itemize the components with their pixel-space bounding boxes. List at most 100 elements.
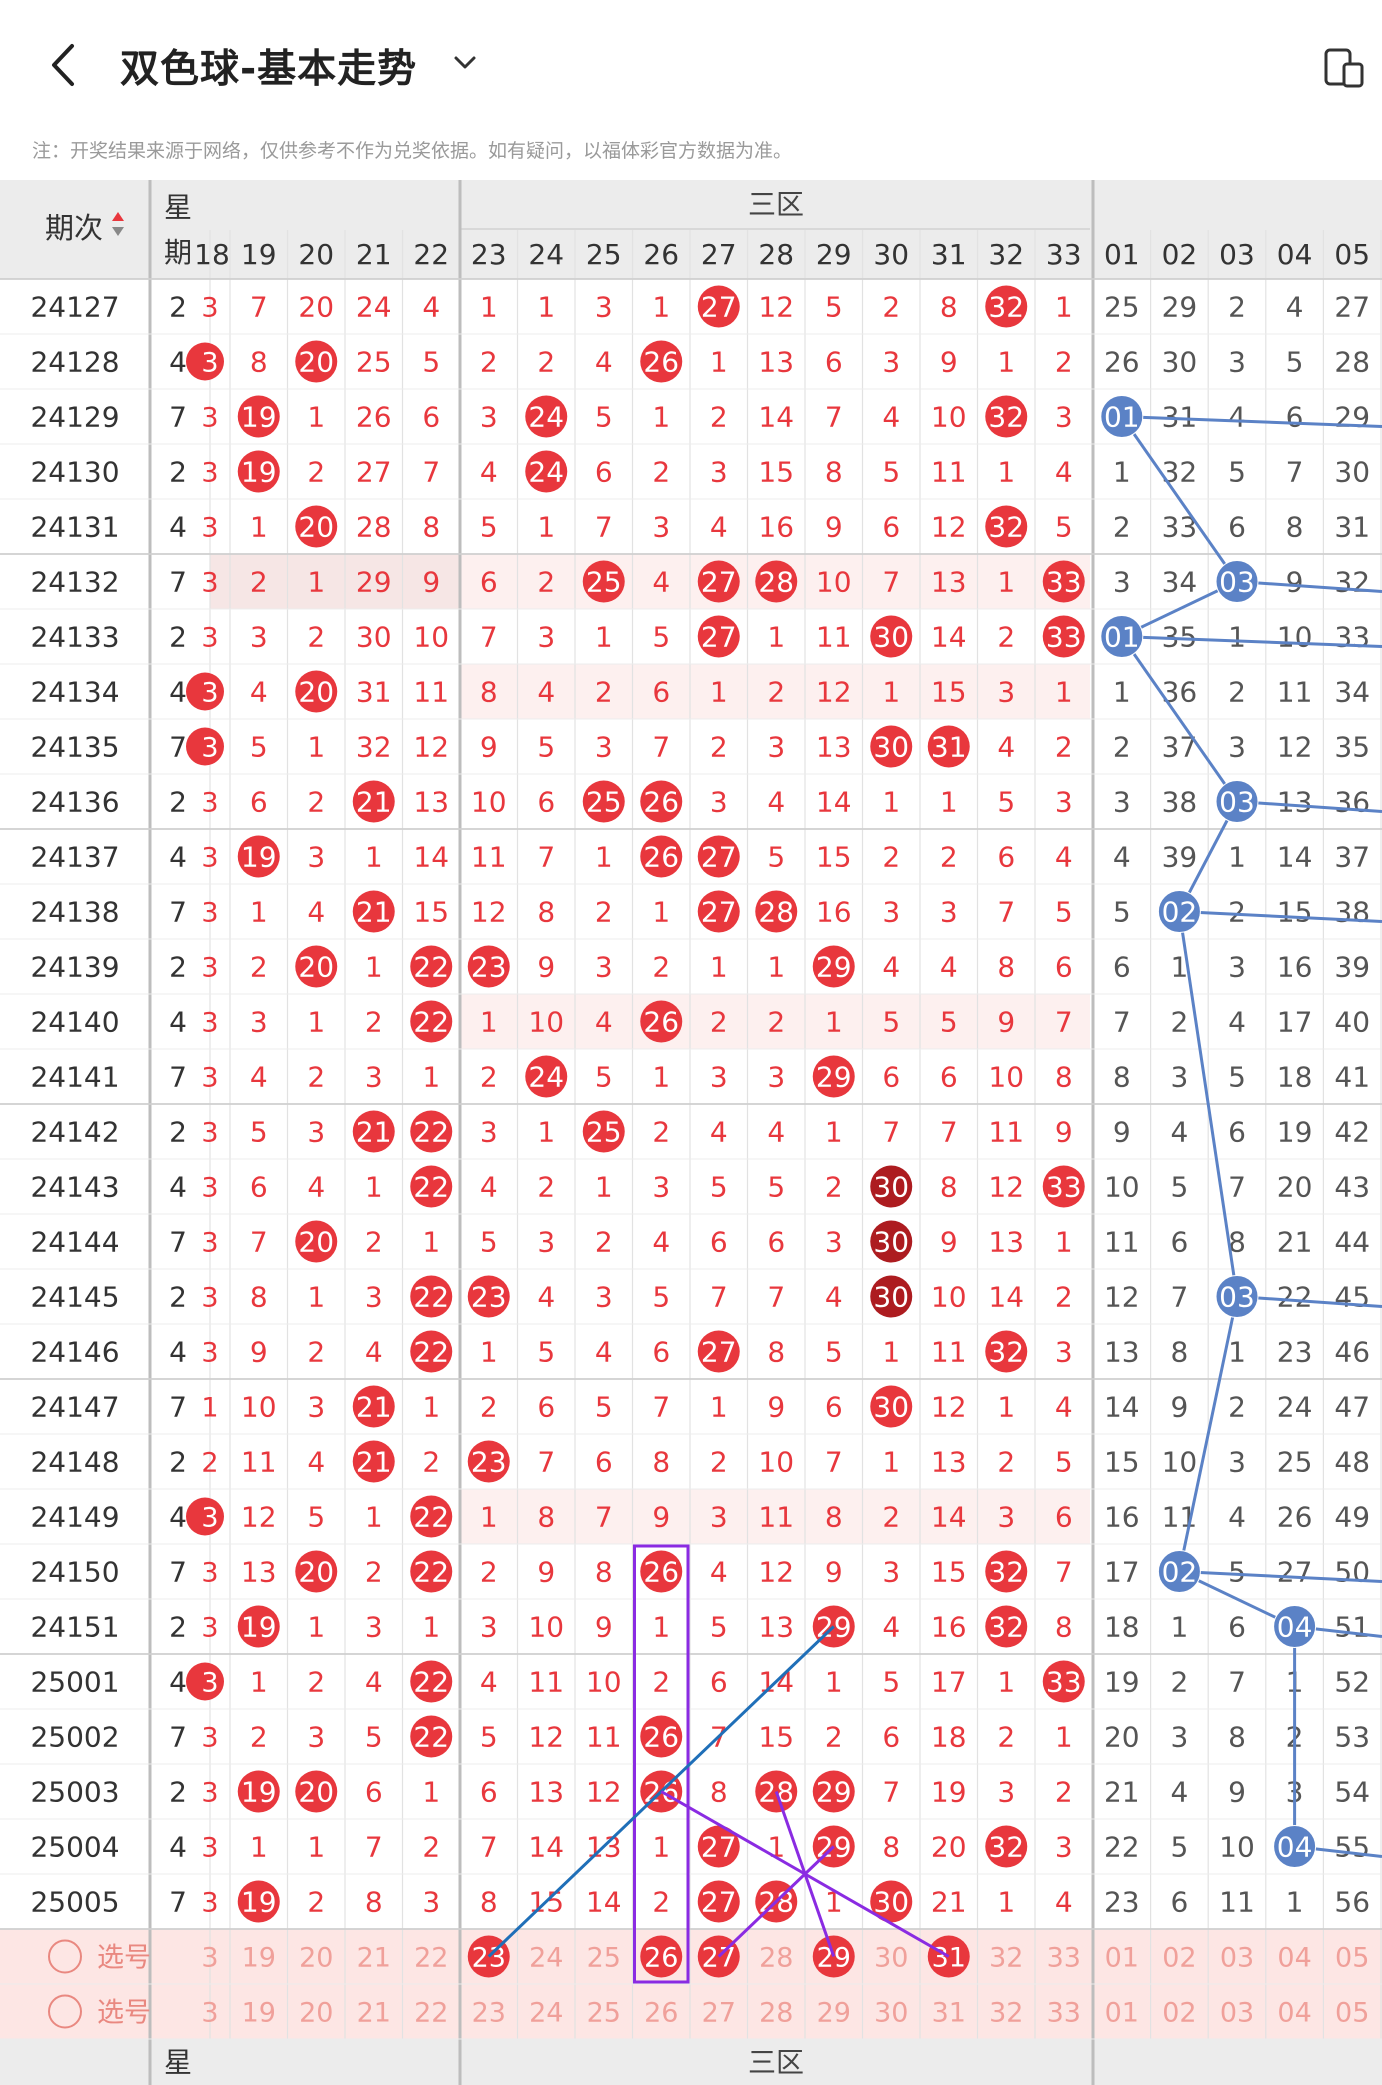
red-miss-count: 6 [652,1336,670,1369]
table-row: 24147 7 1 10 3 21 1 2 6 5 7 1 9 6 30 12 1 4 14 9 2 24 47 [30,1385,1370,1428]
pick-red-number[interactable]: 19 [242,1943,276,1974]
blue-miss-count: 6 [1286,401,1304,434]
red-miss-count: 1 [767,951,785,984]
table-row: 24138 7 3 1 4 21 15 12 8 2 1 27 28 16 3 3 7 5 5 02 2 15 38 [30,890,1370,933]
blue-miss-count: 7 [1228,1666,1246,1699]
pick-blue-number[interactable]: 03 [1220,1998,1254,2029]
pick-row[interactable]: 选号 3 19 20 21 22 23 24 25 26 27 28 29 30 31 32 33 01 02 03 0… [48,1935,1369,1978]
red-miss-count: 9 [652,1501,670,1534]
pick-red-number[interactable]: 28 [759,1943,793,1974]
pick-red-number[interactable]: 25 [587,1998,621,2029]
red-ball-number: 27 [701,291,737,324]
table-row: 24144 7 3 7 20 2 1 5 3 2 4 6 6 3 30 9 13 1 11 6 8 21 44 [30,1220,1370,1263]
pick-label[interactable]: 选号 [97,1998,151,2029]
col-header-red: 32 [988,238,1024,271]
red-miss-count: 14 [758,1666,794,1699]
red-miss-count: 10 [988,1061,1024,1094]
pick-red-number[interactable]: 27 [702,1943,736,1974]
pick-red-number[interactable]: 22 [414,1998,448,2029]
red-miss-count: 4 [365,1666,383,1699]
pick-red-number[interactable]: 32 [989,1943,1023,1974]
red-miss-count: 27 [356,456,392,489]
red-miss-count: 3 [1055,786,1073,819]
red-miss-count: 6 [882,511,900,544]
red-miss-count: 1 [767,621,785,654]
red-miss-count: 3 [767,731,785,764]
blue-miss-count: 37 [1162,731,1198,764]
red-miss-count: 2 [480,1061,498,1094]
partial-cell: 3 [201,788,218,819]
weekday: 2 [169,1611,187,1644]
issue-number: 24130 [30,456,119,489]
blue-miss-count: 10 [1219,1831,1255,1864]
red-miss-count: 6 [422,401,440,434]
pick-red-number[interactable]: 20 [299,1943,333,1974]
pick-red-number[interactable]: 30 [874,1998,908,2029]
red-miss-count: 4 [767,786,785,819]
blue-miss-count: 1 [1170,1611,1188,1644]
pick-red-number[interactable]: 28 [759,1998,793,2029]
pick-blue-number[interactable]: 05 [1335,1943,1369,1974]
red-miss-count: 13 [816,731,852,764]
pick-red-number[interactable]: 29 [817,1998,851,2029]
pick-blue-number[interactable]: 02 [1162,1998,1196,2029]
issue-header[interactable]: 期次 [45,211,103,245]
pick-red-number[interactable]: 31 [932,1943,966,1974]
blue-miss-count: 13 [1277,786,1313,819]
issue-number: 24137 [30,841,119,874]
pick-red-number[interactable]: 30 [874,1943,908,1974]
pick-red-number[interactable]: 19 [242,1998,276,2029]
red-miss-count: 2 [365,1226,383,1259]
red-miss-count: 6 [480,566,498,599]
pick-red-number[interactable]: 21 [357,1998,391,2029]
pick-red-number[interactable]: 33 [1047,1998,1081,2029]
red-ball-number: 19 [241,401,277,434]
pick-blue-number[interactable]: 01 [1105,1998,1139,2029]
red-miss-count: 5 [365,1721,383,1754]
pick-blue-number[interactable]: 01 [1105,1943,1139,1974]
pick-red-number[interactable]: 24 [529,1998,563,2029]
col-header-red: 19 [241,238,277,271]
col-header-red: 20 [298,238,334,271]
blue-miss-count: 2 [1170,1666,1188,1699]
pick-red-number[interactable]: 25 [587,1943,621,1974]
red-miss-count: 8 [825,456,843,489]
pick-partial[interactable]: 3 [201,1943,218,1974]
blue-miss-count: 1 [1286,1666,1304,1699]
pick-red-number[interactable]: 21 [357,1943,391,1974]
pick-blue-number[interactable]: 04 [1277,1943,1311,1974]
blue-ball-number: 01 [1104,401,1140,434]
pick-row[interactable]: 选号 3 19 20 21 22 23 24 25 26 27 28 29 30 31 32 33 01 02 03 0… [48,1994,1369,2029]
red-ball-number: 32 [988,1336,1024,1369]
pick-blue-number[interactable]: 04 [1277,1998,1311,2029]
pick-red-number[interactable]: 33 [1047,1943,1081,1974]
red-miss-count: 1 [825,1006,843,1039]
red-miss-count: 2 [595,676,613,709]
partial-cell: 3 [201,1008,218,1039]
pick-red-number[interactable]: 23 [472,1943,506,1974]
footer-zone: 三区 [748,2046,804,2079]
pick-red-number[interactable]: 20 [299,1998,333,2029]
pick-label[interactable]: 选号 [97,1943,151,1974]
pick-blue-number[interactable]: 03 [1220,1943,1254,1974]
red-miss-count: 1 [422,1061,440,1094]
pick-red-number[interactable]: 23 [472,1998,506,2029]
partial-cell: 3 [201,843,218,874]
pick-red-number[interactable]: 26 [644,1943,678,1974]
red-miss-count: 5 [250,1116,268,1149]
pick-red-number[interactable]: 24 [529,1943,563,1974]
weekday: 7 [169,401,187,434]
red-miss-count: 5 [882,1006,900,1039]
pick-red-number[interactable]: 31 [932,1998,966,2029]
red-ball-number: 22 [413,1116,449,1149]
pick-red-number[interactable]: 22 [414,1943,448,1974]
pick-red-number[interactable]: 29 [817,1943,851,1974]
pick-red-number[interactable]: 32 [989,1998,1023,2029]
pick-red-number[interactable]: 27 [702,1998,736,2029]
pick-partial[interactable]: 3 [201,1998,218,2029]
pick-blue-number[interactable]: 05 [1335,1998,1369,2029]
pick-red-number[interactable]: 26 [644,1998,678,2029]
red-miss-count: 7 [825,401,843,434]
issue-number: 24150 [30,1556,119,1589]
pick-blue-number[interactable]: 02 [1162,1943,1196,1974]
